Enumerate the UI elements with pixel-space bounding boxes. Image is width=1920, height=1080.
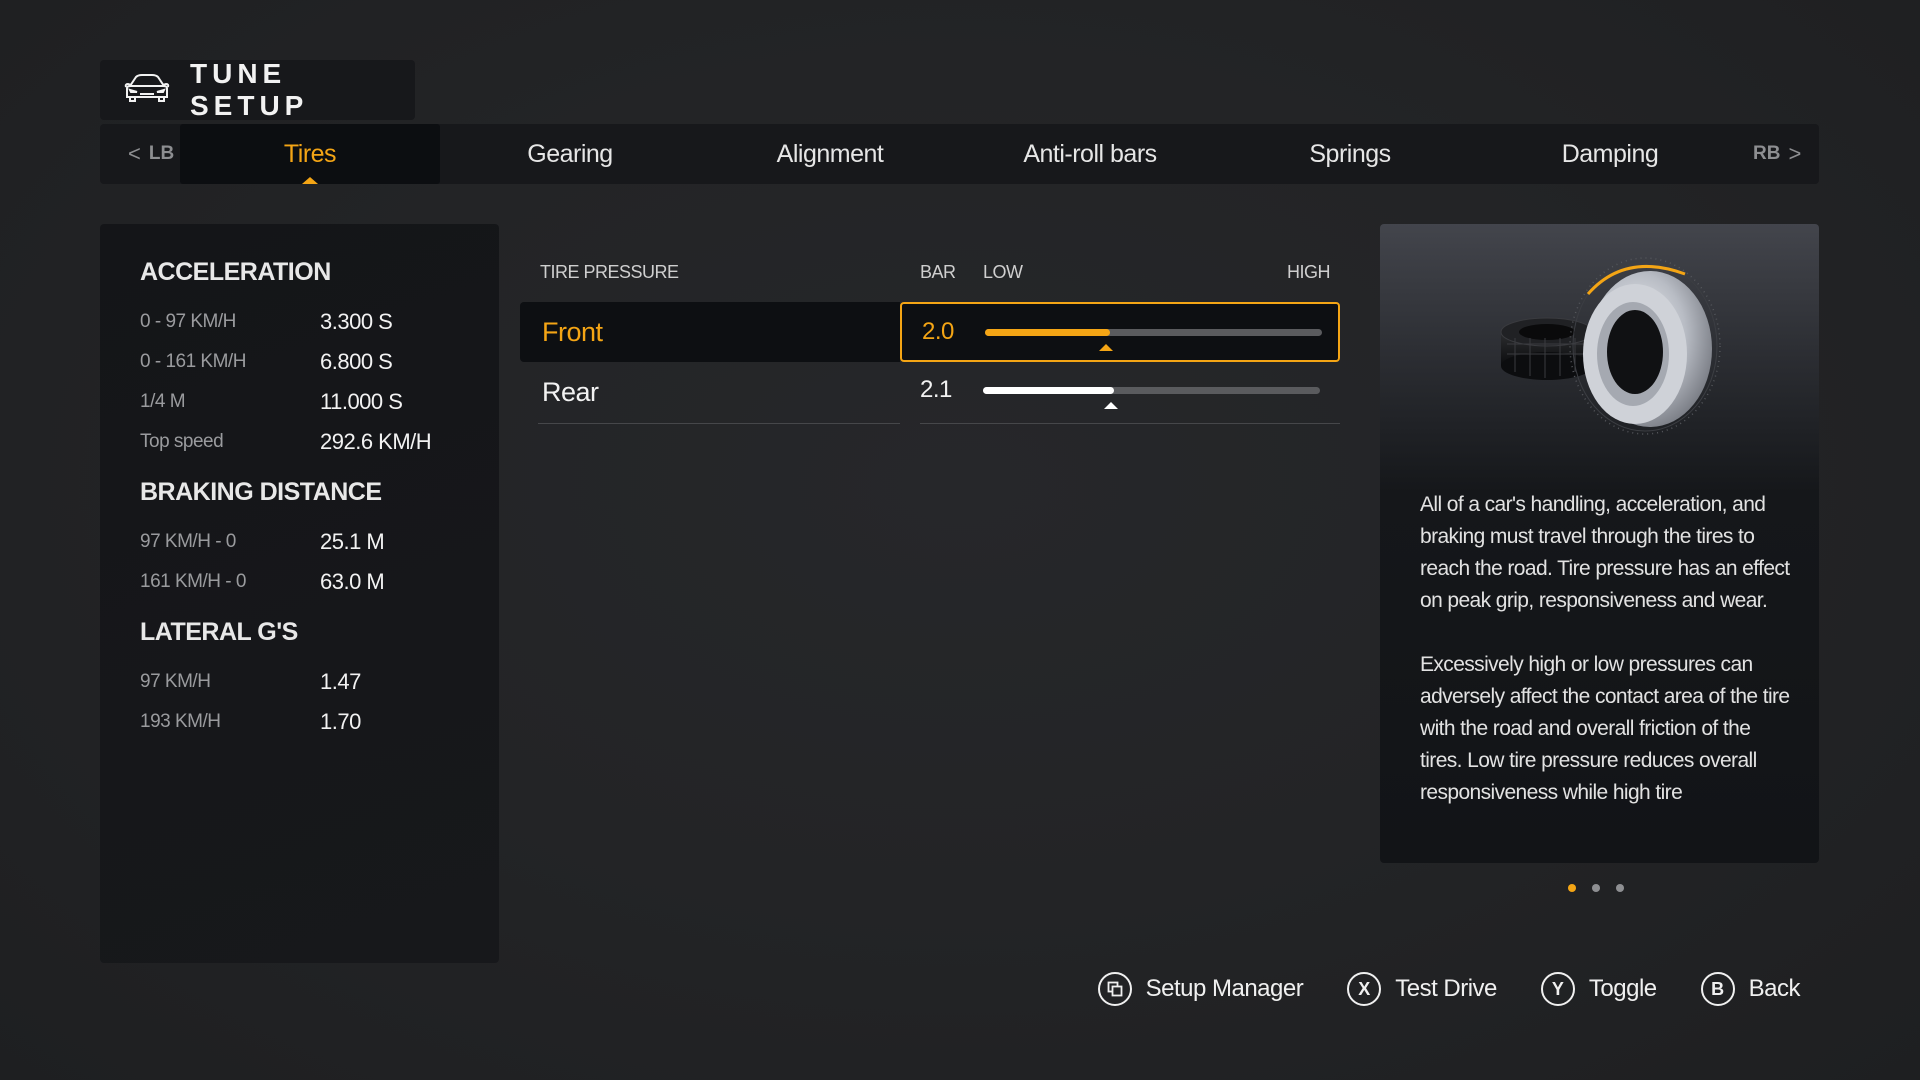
stat-row: 0 - 161 KM/H 6.800 S (140, 342, 499, 382)
y-button-icon: Y (1540, 972, 1575, 1006)
stat-row: Top speed 292.6 KM/H (140, 422, 499, 462)
tab-bar: < LB Tires Gearing Alignment Anti-roll b… (100, 124, 1819, 184)
high-label: HIGH (1287, 262, 1331, 282)
stat-label: 0 - 97 KM/H (140, 311, 236, 332)
setup-manager-button[interactable]: Setup Manager (1097, 972, 1304, 1006)
stat-row: 97 KM/H - 0 25.1 M (140, 522, 499, 562)
stat-row: 0 - 97 KM/H 3.300 S (140, 302, 499, 342)
stat-value: 25.1 M (320, 529, 385, 554)
description-paragraph: Excessively high or low pressures can ad… (1420, 653, 1790, 804)
acceleration-section: ACCELERATION 0 - 97 KM/H 3.300 S 0 - 161… (140, 258, 499, 462)
tab-label: Gearing (527, 139, 613, 168)
slider-track[interactable] (985, 329, 1322, 351)
page-header: TUNE SETUP (100, 58, 415, 121)
x-button-icon: X (1347, 972, 1382, 1006)
tab-label: Damping (1561, 139, 1659, 168)
slider-marker-icon[interactable] (1104, 402, 1119, 409)
description-paragraph: All of a car's handling, acceleration, a… (1420, 493, 1790, 612)
tab-anti-roll-bars[interactable]: Anti-roll bars (960, 124, 1220, 184)
divider (920, 423, 1340, 424)
front-pressure-slider[interactable]: 2.0 (900, 302, 1340, 362)
section-heading: BRAKING DISTANCE (140, 478, 382, 506)
page-dot[interactable] (1568, 884, 1576, 892)
lateral-g-section: LATERAL G'S 97 KM/H 1.47 193 KM/H 1.70 (140, 618, 499, 742)
tab-label: Tires (283, 139, 337, 168)
stat-row: 97 KM/H 1.47 (140, 662, 499, 702)
tire-pressure-heading: TIRE PRESSURE (540, 262, 679, 282)
page-dot[interactable] (1592, 884, 1600, 892)
stat-value: 3.300 S (320, 309, 393, 334)
action-bar: Setup Manager X Test Drive Y Toggle B Ba… (1097, 972, 1801, 1006)
tab-springs[interactable]: Springs (1220, 124, 1480, 184)
tab-prev-button[interactable]: < LB (128, 124, 174, 184)
tab-label: Alignment (776, 139, 884, 168)
stat-row: 193 KM/H 1.70 (140, 702, 499, 742)
braking-section: BRAKING DISTANCE 97 KM/H - 0 25.1 M 161 … (140, 478, 499, 602)
tab-label: Springs (1309, 139, 1391, 168)
low-label: LOW (983, 262, 1023, 282)
stat-label: 97 KM/H - 0 (140, 531, 236, 552)
stat-value: 6.800 S (320, 349, 393, 374)
info-panel[interactable]: All of a car's handling, acceleration, a… (1380, 224, 1819, 863)
slider-fill (983, 387, 1115, 394)
chevron-left-icon: < (128, 141, 141, 166)
stat-value: 11.000 S (320, 389, 403, 414)
test-drive-button[interactable]: X Test Drive (1347, 972, 1497, 1006)
tab-next-button[interactable]: RB > (1753, 124, 1801, 184)
view-button-icon (1097, 972, 1132, 1006)
active-tab-caret-icon (302, 177, 318, 184)
row-value: 2.0 (922, 318, 954, 345)
tab-alignment[interactable]: Alignment (700, 124, 960, 184)
car-front-icon (122, 73, 172, 108)
tab-gearing[interactable]: Gearing (440, 124, 700, 184)
tab-tires[interactable]: Tires (180, 124, 440, 184)
stat-value: 63.0 M (320, 569, 385, 594)
stat-label: Top speed (140, 431, 224, 452)
tab-damping[interactable]: Damping (1480, 124, 1740, 184)
performance-stats-panel: ACCELERATION 0 - 97 KM/H 3.300 S 0 - 161… (100, 224, 499, 963)
stat-value: 292.6 KM/H (320, 429, 432, 454)
row-value: 2.1 (920, 376, 952, 403)
action-label: Test Drive (1395, 975, 1497, 1002)
divider (538, 423, 900, 424)
b-button-icon: B (1700, 972, 1735, 1006)
stat-label: 0 - 161 KM/H (140, 351, 246, 372)
stat-label: 1/4 M (140, 391, 186, 412)
stat-row: 161 KM/H - 0 63.0 M (140, 562, 499, 602)
tuning-description: All of a car's handling, acceleration, a… (1420, 489, 1790, 824)
action-label: Setup Manager (1145, 975, 1304, 1002)
stat-label: 193 KM/H (140, 711, 221, 732)
stat-value: 1.70 (320, 709, 361, 734)
action-label: Toggle (1588, 975, 1657, 1002)
chevron-right-icon: > (1788, 141, 1802, 166)
tab-label: Anti-roll bars (1023, 139, 1157, 168)
row-label: Front (520, 302, 900, 362)
row-label: Rear (542, 376, 599, 407)
rb-label: RB (1753, 143, 1781, 164)
page-indicator (1568, 884, 1624, 892)
section-heading: LATERAL G'S (140, 618, 298, 646)
stat-value: 1.47 (320, 669, 361, 694)
rear-pressure-slider[interactable]: 2.1 (900, 362, 1340, 422)
page-title: TUNE SETUP (190, 58, 309, 121)
back-button[interactable]: B Back (1700, 972, 1801, 1006)
slider-marker-icon[interactable] (1099, 344, 1114, 351)
page-dot[interactable] (1616, 884, 1624, 892)
slider-track[interactable] (983, 387, 1320, 409)
action-label: Back (1748, 975, 1801, 1002)
unit-label: BAR (920, 262, 956, 282)
stat-row: 1/4 M 11.000 S (140, 382, 499, 422)
stat-label: 97 KM/H (140, 671, 211, 692)
tire-illustration-icon (1500, 257, 1721, 435)
lb-label: LB (148, 143, 175, 164)
stat-label: 161 KM/H - 0 (140, 571, 246, 592)
section-heading: ACCELERATION (140, 258, 331, 286)
toggle-button[interactable]: Y Toggle (1540, 972, 1657, 1006)
tune-row-front[interactable]: Front 2.0 (520, 302, 1340, 362)
slider-fill (985, 329, 1110, 336)
tune-row-rear[interactable]: Rear 2.1 (520, 362, 1340, 424)
